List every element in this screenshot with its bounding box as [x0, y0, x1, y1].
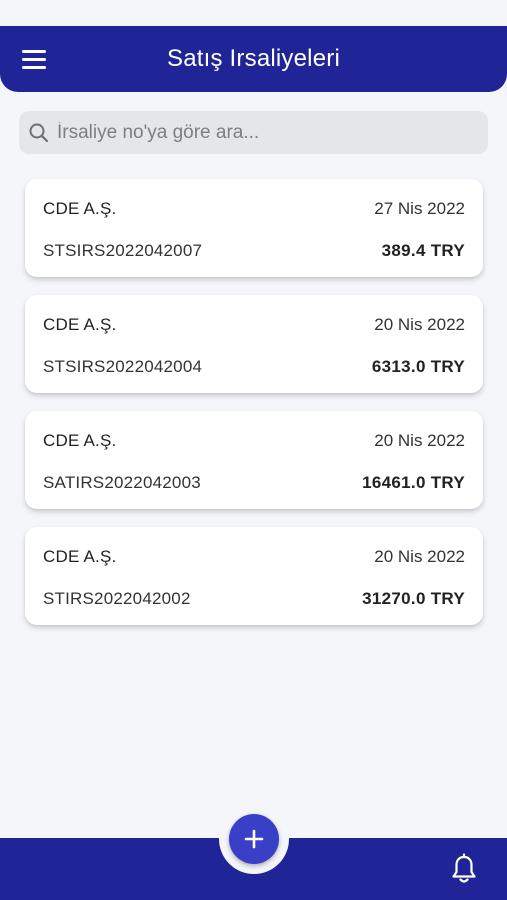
app-screen: Satış Irsaliyeleri CDE A.Ş. 27 Nis 2022 … [0, 0, 507, 900]
waybill-card[interactable]: CDE A.Ş. 27 Nis 2022 STSIRS2022042007 38… [25, 179, 483, 277]
waybill-amount: 16461.0 TRY [362, 473, 465, 492]
add-waybill-button[interactable] [229, 814, 279, 864]
waybill-amount: 389.4 TRY [381, 241, 465, 260]
waybill-amount: 31270.0 TRY [362, 589, 465, 608]
plus-icon [244, 829, 264, 849]
waybill-number: STIRS2022042002 [43, 589, 191, 608]
waybill-card[interactable]: CDE A.Ş. 20 Nis 2022 STIRS2022042002 312… [25, 527, 483, 625]
search-bar[interactable] [19, 111, 488, 154]
page-title: Satış Irsaliyeleri [167, 45, 340, 72]
company-name: CDE A.Ş. [43, 547, 117, 566]
waybill-date: 20 Nis 2022 [374, 547, 465, 566]
waybill-card[interactable]: CDE A.Ş. 20 Nis 2022 STSIRS2022042004 63… [25, 295, 483, 393]
bell-icon[interactable] [450, 853, 478, 885]
app-header: Satış Irsaliyeleri [0, 26, 507, 92]
search-input[interactable] [57, 121, 477, 144]
waybill-number: STSIRS2022042004 [43, 357, 203, 376]
search-icon [29, 123, 49, 142]
waybill-date: 27 Nis 2022 [374, 199, 465, 218]
waybill-number: SATIRS2022042003 [43, 473, 201, 492]
company-name: CDE A.Ş. [43, 315, 117, 334]
waybill-date: 20 Nis 2022 [374, 431, 465, 450]
waybill-card[interactable]: CDE A.Ş. 20 Nis 2022 SATIRS2022042003 16… [25, 411, 483, 509]
company-name: CDE A.Ş. [43, 431, 117, 450]
company-name: CDE A.Ş. [43, 199, 117, 218]
waybill-number: STSIRS2022042007 [43, 241, 203, 260]
waybill-amount: 6313.0 TRY [371, 357, 465, 376]
waybill-date: 20 Nis 2022 [374, 315, 465, 334]
